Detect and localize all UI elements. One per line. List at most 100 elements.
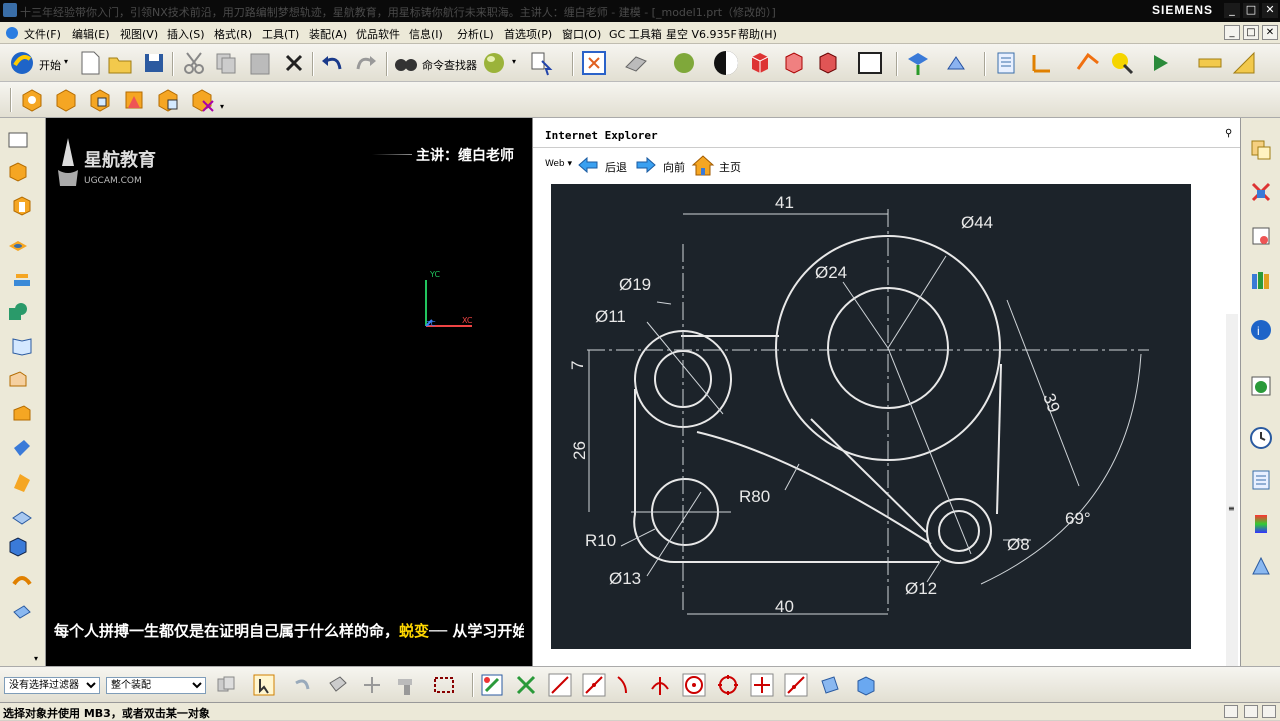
ruler-icon[interactable] [1196,49,1224,77]
pattern-icon[interactable] [6,534,30,558]
role-icon[interactable] [1249,554,1273,578]
menu-info[interactable]: 信息(I) [409,26,443,42]
start-label[interactable]: 开始 [39,57,61,73]
trim-body-icon[interactable] [10,402,34,426]
back-label[interactable]: 后退 [605,159,627,175]
menu-insert[interactable]: 插入(S) [167,26,205,42]
face-rule-icon[interactable] [326,673,350,697]
vertical-scrollbar[interactable]: ≡ [1226,314,1238,714]
sketch-icon[interactable] [6,128,30,152]
control-point-icon[interactable] [614,673,638,697]
menu-gc-toolbox[interactable]: GC 工具箱 [609,26,662,42]
block-feature-icon[interactable] [52,86,80,114]
intersection-snap-icon[interactable] [514,673,538,697]
snap-enable-icon[interactable] [480,673,504,697]
toolbar-handle[interactable] [10,88,12,112]
more-tools-icon[interactable]: ▾ [34,654,38,663]
delete-body-icon[interactable] [188,86,216,114]
forward-arrow-icon[interactable] [635,155,657,175]
menu-help[interactable]: 帮助(H) [738,26,777,42]
bounded-grid-icon[interactable] [854,673,878,697]
menu-edit[interactable]: 编辑(E) [72,26,110,42]
mid-point-icon[interactable] [582,673,606,697]
menu-view[interactable]: 视图(V) [120,26,158,42]
sketch-box-icon[interactable] [18,86,46,114]
undo-selection-icon[interactable] [290,673,314,697]
book-icon[interactable] [10,334,34,358]
type-filter-select[interactable]: 没有选择过滤器 [4,677,100,694]
redo-icon[interactable] [352,49,380,77]
offset-face-icon[interactable] [10,470,34,494]
snap-point-icon[interactable] [360,673,384,697]
system-materials-icon[interactable] [1249,468,1273,492]
general-selection-icon[interactable] [252,673,276,697]
status-toggle-button[interactable] [1262,705,1276,718]
selection-priority-icon[interactable] [214,673,238,697]
copy-icon[interactable] [212,49,240,77]
revolve-icon[interactable] [10,194,34,218]
hole-icon[interactable] [6,234,30,258]
render-style-icon[interactable] [670,49,698,77]
command-finder-label[interactable]: 命令查找器 [422,57,477,73]
dropdown-icon[interactable]: ▾ [512,57,516,66]
layer-settings-icon[interactable] [992,49,1020,77]
boss-icon[interactable] [10,268,34,292]
cylinder-feature-icon[interactable] [86,86,114,114]
reuse-library-icon[interactable] [1249,268,1273,292]
menu-file[interactable]: 文件(F) [24,26,61,42]
part-navigator-icon[interactable] [1249,224,1273,248]
start-dropdown-icon[interactable]: ▾ [64,57,68,66]
forward-label[interactable]: 向前 [663,159,685,175]
history-icon[interactable] [1249,374,1273,398]
menu-preferences[interactable]: 首选项(P) [504,26,552,42]
intersection-point-icon[interactable] [648,673,672,697]
background-icon[interactable] [856,49,884,77]
menu-assembly[interactable]: 装配(A) [309,26,347,42]
tools-icon[interactable] [394,673,418,697]
open-folder-icon[interactable] [106,49,134,77]
menu-analysis[interactable]: 分析(L) [457,26,494,42]
cone-feature-icon[interactable] [120,86,148,114]
home-label[interactable]: 主页 [719,159,741,175]
color-palette-icon[interactable] [1249,512,1273,536]
web-browser-icon[interactable]: i [1249,318,1273,342]
status-toggle-button[interactable] [1244,705,1258,718]
toolbar-overflow-icon[interactable]: ▾ [220,102,224,111]
draft-face-icon[interactable] [10,436,34,460]
existing-point-icon[interactable] [750,673,774,697]
select-tool-icon[interactable] [528,49,556,77]
cut-icon[interactable] [180,49,208,77]
start-icon[interactable] [8,49,36,77]
mirror-icon[interactable] [10,602,34,626]
sew-icon[interactable] [10,568,34,592]
draft-icon[interactable] [1230,49,1258,77]
end-point-icon[interactable] [548,673,572,697]
chamfer-icon[interactable] [6,368,30,392]
measure-icon[interactable] [1074,49,1102,77]
constraint-navigator-icon[interactable] [1249,180,1273,204]
doc-restore-button[interactable]: □ [1243,25,1259,40]
web-menu[interactable]: Web ▾ [545,159,572,169]
menu-format[interactable]: 格式(R) [214,26,252,42]
doc-minimize-button[interactable]: _ [1224,25,1240,40]
unite-icon[interactable] [6,300,30,324]
play-icon[interactable] [1146,49,1174,77]
nx-app-icon[interactable] [3,3,17,17]
quadrant-point-icon[interactable] [716,673,740,697]
menu-window[interactable]: 窗口(O) [562,26,601,42]
point-on-curve-icon[interactable] [784,673,808,697]
new-file-icon[interactable] [76,49,104,77]
assembly-navigator-icon[interactable] [1249,138,1273,162]
home-icon[interactable] [691,153,715,177]
edge-display-icon[interactable] [712,49,740,77]
solid-red-cube-icon[interactable] [746,49,774,77]
wcs-icon[interactable] [1028,49,1056,77]
minimize-button[interactable]: _ [1224,3,1240,18]
paste-icon[interactable] [246,49,274,77]
view-orient-icon[interactable] [622,49,650,77]
pin-icon[interactable]: ⚲ [1225,128,1232,139]
menu-youpin[interactable]: 优品软件 [356,26,400,42]
fit-view-icon[interactable] [580,49,608,77]
move-object-icon[interactable] [904,49,932,77]
binoculars-icon[interactable] [392,49,420,77]
